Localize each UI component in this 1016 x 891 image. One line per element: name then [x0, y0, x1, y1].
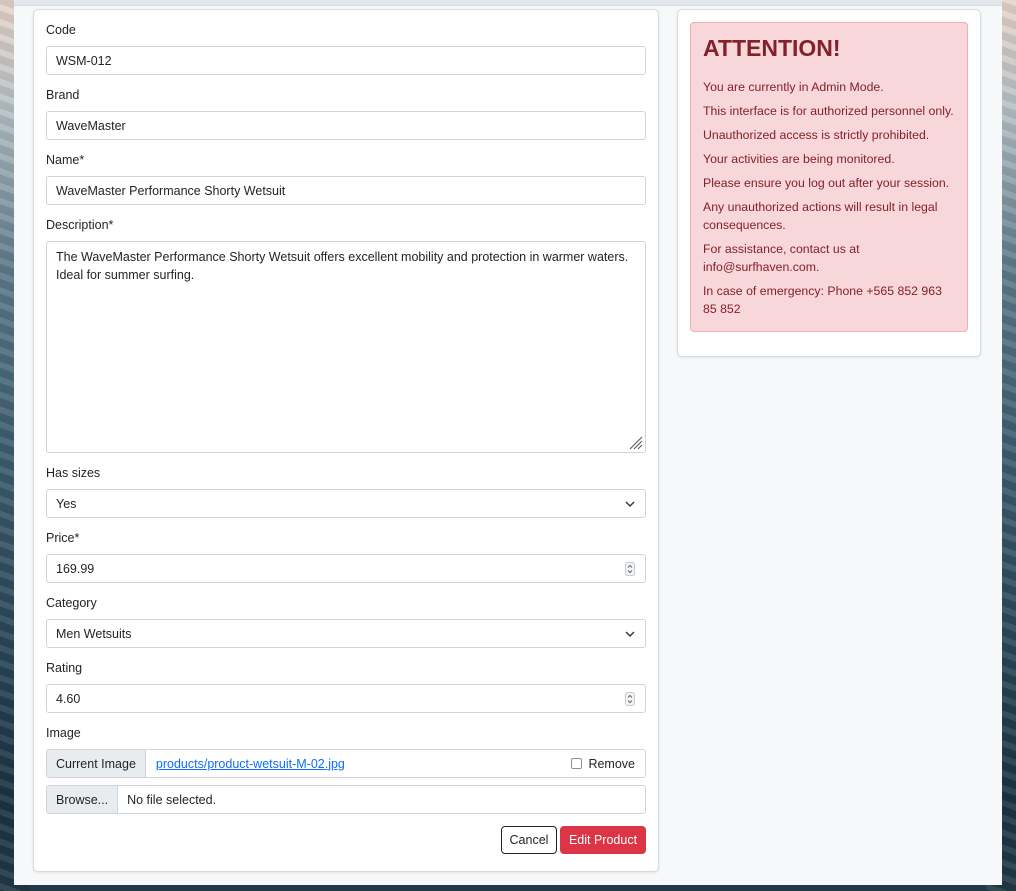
alert-line: Your activities are being monitored.: [703, 152, 895, 166]
browse-button[interactable]: Browse...: [47, 786, 119, 813]
top-strip: [14, 0, 1002, 6]
brand-input[interactable]: WaveMaster: [46, 111, 646, 140]
price-input[interactable]: 169.99: [46, 554, 646, 583]
resize-grip-icon[interactable]: [627, 434, 643, 450]
edit-product-button[interactable]: Edit Product: [560, 826, 646, 854]
spinner-icon[interactable]: [625, 692, 635, 706]
attention-alert: ATTENTION! You are currently in Admin Mo…: [690, 22, 968, 332]
rating-label: Rating: [46, 661, 83, 675]
current-image-label: Current Image: [47, 750, 146, 777]
category-select[interactable]: Men Wetsuits: [46, 619, 646, 648]
description-textarea[interactable]: The WaveMaster Performance Shorty Wetsui…: [46, 241, 646, 453]
alert-title: ATTENTION!: [703, 35, 841, 61]
brand-label: Brand: [46, 88, 80, 102]
alert-line: In case of emergency: Phone +565 852 963…: [703, 284, 942, 316]
page-container: Code WSM-012 Brand WaveMaster Name* Wave…: [14, 0, 1002, 885]
code-input[interactable]: WSM-012: [46, 46, 646, 75]
has-sizes-select[interactable]: Yes: [46, 489, 646, 518]
rating-value: 4.60: [56, 691, 81, 706]
remove-label: Remove: [588, 756, 635, 771]
file-input[interactable]: Browse... No file selected.: [46, 785, 646, 814]
description-text: The WaveMaster Performance Shorty Wetsui…: [56, 250, 629, 282]
alert-line: Unauthorized access is strictly prohibit…: [703, 128, 930, 142]
remove-image-toggle[interactable]: Remove: [571, 757, 635, 771]
chevron-down-icon: [625, 501, 635, 508]
description-label: Description*: [46, 218, 114, 232]
current-image-group: Current Image products/product-wetsuit-M…: [46, 749, 646, 778]
remove-checkbox[interactable]: [571, 758, 583, 769]
code-label: Code: [46, 23, 76, 37]
price-value: 169.99: [56, 561, 95, 576]
current-image-link[interactable]: products/product-wetsuit-M-02.jpg: [156, 757, 345, 771]
image-label: Image: [46, 726, 81, 740]
alert-line: You are currently in Admin Mode.: [703, 80, 884, 94]
alert-line: Any unauthorized actions will result in …: [703, 200, 938, 232]
cancel-button[interactable]: Cancel: [501, 826, 557, 854]
has-sizes-label: Has sizes: [46, 466, 101, 480]
spinner-icon[interactable]: [625, 562, 635, 576]
admin-notice-card: ATTENTION! You are currently in Admin Mo…: [677, 9, 981, 357]
rating-input[interactable]: 4.60: [46, 684, 646, 713]
has-sizes-value: Yes: [56, 496, 77, 511]
chevron-down-icon: [625, 631, 635, 638]
category-value: Men Wetsuits: [56, 626, 132, 641]
price-label: Price*: [46, 531, 80, 545]
name-label: Name*: [46, 153, 85, 167]
alert-line: For assistance, contact us at info@surfh…: [703, 242, 860, 274]
alert-line: This interface is for authorized personn…: [703, 104, 954, 118]
file-status: No file selected.: [127, 792, 217, 807]
alert-line: Please ensure you log out after your ses…: [703, 176, 950, 190]
name-input[interactable]: WaveMaster Performance Shorty Wetsuit: [46, 176, 646, 205]
category-label: Category: [46, 596, 97, 610]
product-edit-form: Code WSM-012 Brand WaveMaster Name* Wave…: [33, 9, 659, 872]
